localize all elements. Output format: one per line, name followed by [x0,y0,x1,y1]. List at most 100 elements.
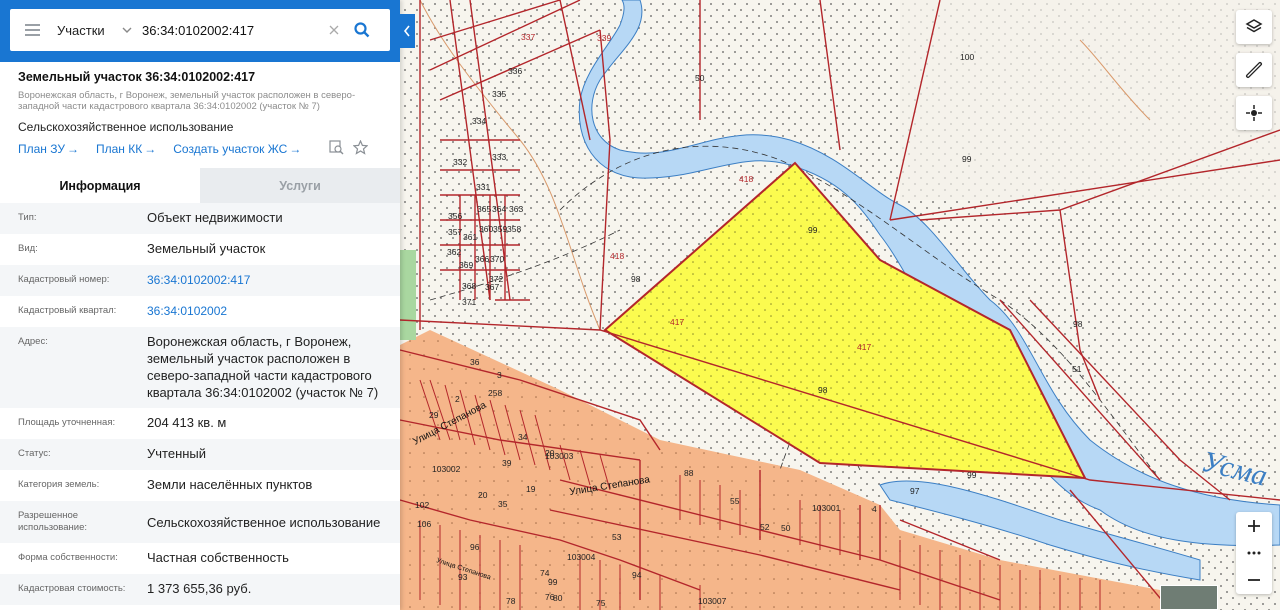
parcel-number-label: 360 [479,224,493,234]
parcel-number-label: 332 [453,157,467,167]
info-label: Кадастровый квартал: [18,305,117,316]
search-type-select[interactable]: Участки [54,23,118,38]
parcel-number-label: 99 [967,470,977,480]
info-label: Кадастровая стоимость: [18,583,126,594]
parcel-number-label: 3 [497,370,502,380]
clear-icon[interactable] [324,25,344,35]
parcel-number-label: 370 [490,254,504,264]
more-button[interactable] [1236,540,1272,566]
layers-button[interactable] [1236,10,1272,44]
info-row-type: Тип: Объект недвижимости [0,203,400,234]
info-row-address: Адрес: Воронежская область, г Воронеж, з… [0,327,400,408]
info-value: Учтенный [147,446,207,461]
layers-icon [1245,19,1263,33]
info-value: Объект недвижимости [147,210,283,225]
parcel-number-label: 106 [417,519,431,529]
ruler-icon [1246,62,1262,78]
parcel-number-label: 100 [960,52,974,62]
info-value: Частная собственность [147,550,289,565]
menu-icon[interactable] [10,9,54,51]
chevron-down-icon[interactable] [118,9,136,51]
info-value: Земли населённых пунктов [147,477,313,492]
parcel-number-label: 417 [857,342,871,352]
info-value: 1 373 655,36 руб. [147,581,252,596]
more-icon [1247,551,1261,555]
star-icon[interactable] [352,139,369,160]
parcel-number-label: 98 [631,274,641,284]
object-links: План ЗУ → План КК → Создать участок ЖС → [18,139,382,156]
parcel-number-label: 39 [502,458,512,468]
tab-info[interactable]: Информация [0,168,200,203]
parcel-number-label: 34 [518,432,528,442]
app: Усма 339 337 336 335 334 332 333 331 50 … [0,0,1280,610]
search-input[interactable]: 36:34:0102002:417 [142,23,312,38]
info-row-land-category: Категория земель: Земли населённых пункт… [0,470,400,501]
locate-icon [1246,105,1262,121]
info-row-cadastral-quarter: Кадастровый квартал: 36:34:0102002 [0,296,400,327]
info-row-kind: Вид: Земельный участок [0,234,400,265]
info-row-ownership: Форма собственности: Частная собственнос… [0,543,400,574]
zoom-out-icon [1248,579,1260,581]
parcel-number-label: 361 [463,232,477,242]
info-label: Категория земель: [18,479,100,490]
parcel-number-label: 19 [526,484,536,494]
parcel-number-label: 102 [415,500,429,510]
collapse-panel-button[interactable] [399,14,415,48]
parcel-number-label: 337 [521,32,535,42]
green-strip [400,250,416,340]
search-bar-area: Участки 36:34:0102002:417 [0,0,400,62]
tab-services[interactable]: Услуги [200,168,400,203]
info-value: Сельскохозяйственное использование [147,515,381,530]
parcel-number-label: 336 [508,66,522,76]
map-controls [1236,10,1272,139]
find-on-map-icon[interactable] [329,140,344,160]
parcel-number-label: 99 [808,225,818,235]
map-open-area [900,0,1280,200]
parcel-number-label: 20 [478,490,488,500]
info-row-area: Площадь уточненная: 204 413 кв. м [0,408,400,439]
plan-kk-link[interactable]: План КК → [96,142,156,156]
parcel-number-label: 418 [739,174,753,184]
ruler-button[interactable] [1236,53,1272,87]
info-row-cadastral-number: Кадастровый номер: 36:34:0102002:417 [0,265,400,296]
parcel-number-label: 99 [962,154,972,164]
create-parcel-link[interactable]: Создать участок ЖС → [173,142,301,156]
parcel-number-label: 258 [488,388,502,398]
parcel-number-label: 88 [684,468,694,478]
info-value: Земельный участок [147,241,266,256]
parcel-number-label: 51 [1072,364,1082,374]
plan-zu-link[interactable]: План ЗУ → [18,142,79,156]
zoom-in-button[interactable] [1236,512,1272,540]
parcel-number-label: 334 [472,116,486,126]
search-box: Участки 36:34:0102002:417 [10,9,390,51]
search-icon[interactable] [347,9,377,51]
parcel-number-label: 417 [670,317,684,327]
parcel-number-label: 368 [462,281,476,291]
parcel-number-label: 364 [492,204,506,214]
parcel-number-label: 53 [612,532,622,542]
object-use: Сельскохозяйственное использование [18,120,234,134]
parcel-number-label: 98 [818,385,828,395]
parcel-number-label: 98 [1073,319,1083,329]
cadastral-quarter-link[interactable]: 36:34:0102002 [147,303,387,327]
parcel-number-label: 103007 [698,596,727,606]
parcel-number-label: 357 [448,227,462,237]
info-label: Вид: [18,243,38,254]
parcel-number-label: 363 [509,204,523,214]
parcel-number-label: 103001 [812,503,841,513]
object-header: Земельный участок 36:34:0102002:417 Воро… [0,62,400,156]
parcel-number-label: 371 [462,297,476,307]
zoom-controls [1236,512,1272,594]
cadastral-number-link[interactable]: 36:34:0102002:417 [147,272,387,296]
tabs: Информация Услуги [0,168,400,203]
basemap-thumbnail[interactable] [1160,585,1218,610]
parcel-number-label: 365 [477,204,491,214]
parcel-number-label: 2 [455,394,460,404]
parcel-number-label: 331 [476,182,490,192]
locate-button[interactable] [1236,96,1272,130]
parcel-number-label: 80 [553,593,563,603]
parcel-number-label: 369 [459,260,473,270]
zoom-out-button[interactable] [1236,566,1272,594]
info-value: 204 413 кв. м [147,415,227,430]
parcel-number-label: 333 [492,152,506,162]
